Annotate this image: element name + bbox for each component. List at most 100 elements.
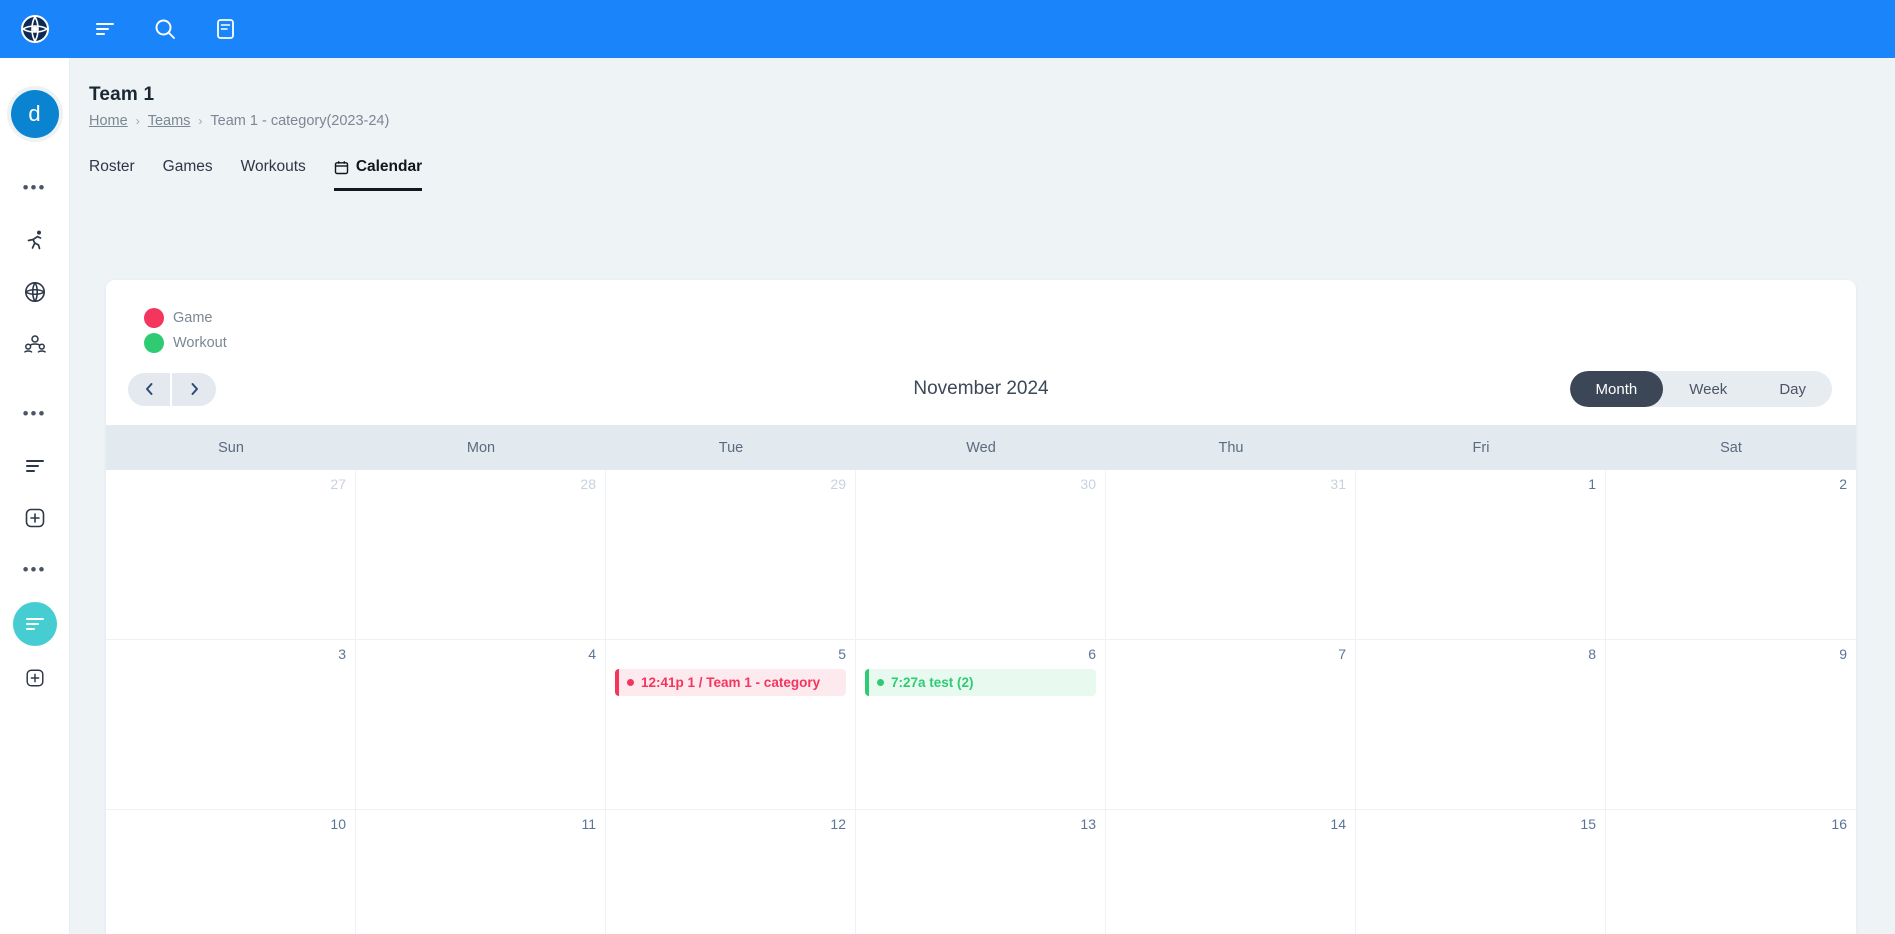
game-dot-icon [627, 679, 634, 686]
tab-workouts[interactable]: Workouts [241, 158, 306, 191]
main-content: Team 1 Home › Teams › Team 1 - category(… [70, 58, 1895, 934]
legend-workout-label: Workout [173, 335, 227, 351]
sidebar-more-dots-mid[interactable]: ••• [15, 394, 55, 434]
day-number: 10 [330, 816, 346, 832]
game-color-dot-icon [144, 308, 164, 328]
tab-games[interactable]: Games [163, 158, 213, 191]
day-number: 13 [1080, 816, 1096, 832]
basketball-logo-icon [21, 15, 49, 43]
view-day-button[interactable]: Day [1753, 371, 1832, 407]
tab-games-label: Games [162, 158, 213, 175]
plus-square-icon-lower[interactable] [15, 658, 55, 698]
view-week-button[interactable]: Week [1663, 371, 1753, 407]
top-app-bar [0, 0, 1895, 58]
calendar-day-cell[interactable]: 31 [1106, 470, 1356, 640]
legend-item-workout: Workout [144, 333, 1856, 353]
breadcrumb-separator-2: › [198, 114, 203, 128]
day-number: 2 [1839, 476, 1847, 492]
day-header-mon: Mon [466, 439, 496, 456]
day-number: 9 [1839, 646, 1847, 662]
day-header-thu: Thu [1218, 439, 1244, 456]
day-number: 5 [838, 646, 846, 662]
day-number: 16 [1831, 816, 1847, 832]
calendar-toolbar: November 2024 Month Week Day [106, 361, 1856, 417]
breadcrumb-home[interactable]: Home [89, 113, 128, 129]
calendar-day-cell[interactable]: 7 [1106, 640, 1356, 810]
tab-workouts-label: Workouts [240, 158, 306, 175]
view-month-button[interactable]: Month [1569, 371, 1664, 407]
calendar-day-cell[interactable]: 14 [1106, 810, 1356, 934]
plus-square-icon-upper[interactable] [15, 498, 55, 538]
calendar-day-cell[interactable]: 29 [606, 470, 856, 640]
calendar-icon [334, 160, 349, 174]
calendar-event-workout[interactable]: 7:27a test (2) [865, 669, 1096, 696]
day-number: 1 [1588, 476, 1596, 492]
tab-calendar[interactable]: Calendar [333, 158, 423, 191]
calendar-day-cell[interactable]: 30 [856, 470, 1106, 640]
calendar-day-cell[interactable]: 27 [106, 470, 356, 640]
calendar-day-headers: Sun Mon Tue Wed Thu Fri Sat [106, 425, 1856, 470]
running-person-icon[interactable] [15, 220, 55, 260]
day-number: 14 [1330, 816, 1346, 832]
tab-roster-label: Roster [89, 158, 135, 175]
search-icon[interactable] [148, 12, 182, 46]
day-number: 6 [1088, 646, 1096, 662]
calendar-day-cell[interactable]: 2 [1606, 470, 1856, 640]
day-header-tue: Tue [718, 439, 744, 456]
calendar-day-cell[interactable]: 8 [1356, 640, 1606, 810]
calendar-day-cell[interactable]: 15 [1356, 810, 1606, 934]
calendar-day-cell[interactable]: 4 [356, 640, 606, 810]
calendar-event-game[interactable]: 12:41p 1 / Team 1 - category [615, 669, 846, 696]
calendar-day-cell[interactable]: 1 [1356, 470, 1606, 640]
event-label: 7:27a test (2) [891, 675, 974, 690]
workout-color-dot-icon [144, 333, 164, 353]
tab-bar: Roster Games Workouts Calendar [89, 158, 1895, 191]
legend-game-label: Game [173, 310, 213, 326]
people-group-icon[interactable] [15, 324, 55, 364]
day-header-wed: Wed [966, 439, 996, 456]
day-number: 4 [588, 646, 596, 662]
active-list-icon[interactable] [12, 602, 57, 646]
calendar-day-cell[interactable]: 13 [856, 810, 1106, 934]
tab-roster[interactable]: Roster [89, 158, 135, 191]
sidebar-more-dots-bottom[interactable]: ••• [15, 550, 55, 590]
calendar-day-cell[interactable]: 3 [106, 640, 356, 810]
calendar-card: Game Workout November 2024 Month Week Da [106, 280, 1856, 934]
tab-calendar-label: Calendar [355, 158, 423, 175]
breadcrumb: Home › Teams › Team 1 - category(2023-24… [89, 113, 1895, 129]
day-number: 3 [338, 646, 346, 662]
breadcrumb-separator-1: › [135, 114, 140, 128]
day-header-sat: Sat [1720, 439, 1742, 456]
calendar-day-cell[interactable]: 11 [356, 810, 606, 934]
left-sidebar: d ••• ••• ••• [0, 58, 70, 934]
day-number: 7 [1338, 646, 1346, 662]
calendar-day-cell[interactable]: 6 7:27a test (2) [856, 640, 1106, 810]
app-logo[interactable] [0, 0, 70, 58]
calendar-legend: Game Workout [106, 280, 1856, 353]
breadcrumb-current: Team 1 - category(2023-24) [210, 113, 390, 129]
event-label: 12:41p 1 / Team 1 - category [641, 675, 821, 690]
workout-dot-icon [877, 679, 884, 686]
day-number: 30 [1080, 476, 1096, 492]
day-number: 28 [580, 476, 596, 492]
calendar-day-cell[interactable]: 9 [1606, 640, 1856, 810]
day-number: 29 [830, 476, 846, 492]
view-toggle-group: Month Week Day [1569, 371, 1832, 407]
page-title: Team 1 [89, 84, 155, 105]
sidebar-more-dots-top[interactable]: ••• [15, 168, 55, 208]
day-header-sun: Sun [218, 439, 244, 456]
day-number: 27 [330, 476, 346, 492]
basketball-icon[interactable] [15, 272, 55, 312]
breadcrumb-teams[interactable]: Teams [148, 113, 191, 129]
user-avatar[interactable]: d [10, 90, 59, 138]
legend-item-game: Game [144, 308, 1856, 328]
calendar-grid: 27 28 29 30 31 1 2 3 4 5 12:41p 1 / Team 1 - categ… [106, 470, 1856, 934]
calendar-day-cell[interactable]: 12 [606, 810, 856, 934]
calendar-day-cell[interactable]: 10 [106, 810, 356, 934]
calendar-day-cell[interactable]: 5 12:41p 1 / Team 1 - category [606, 640, 856, 810]
book-icon[interactable] [208, 12, 242, 46]
calendar-day-cell[interactable]: 16 [1606, 810, 1856, 934]
list-lines-icon[interactable] [15, 446, 55, 486]
calendar-day-cell[interactable]: 28 [356, 470, 606, 640]
menu-lines-icon[interactable] [88, 12, 122, 46]
